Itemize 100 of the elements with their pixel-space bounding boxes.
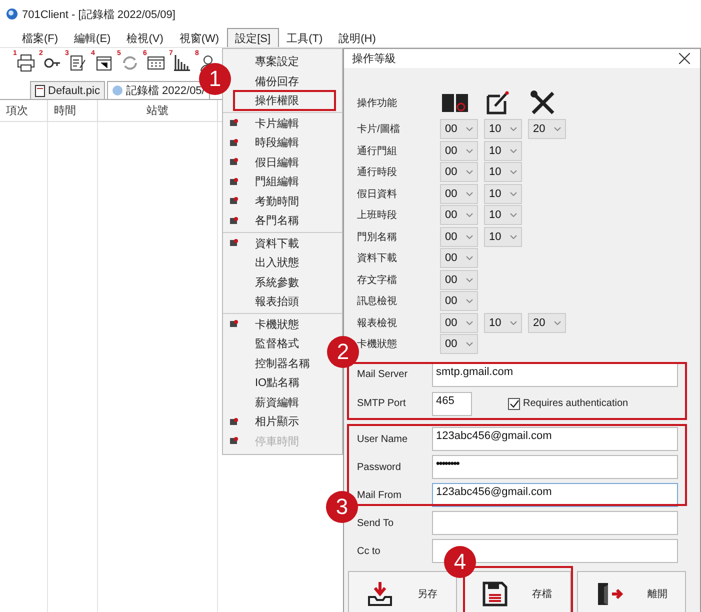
menu-entry[interactable]: 卡片編輯 (255, 116, 299, 131)
menu-entry[interactable]: 卡機狀態 (255, 316, 299, 332)
level-dropdown[interactable]: 20 (528, 312, 566, 333)
menu-item[interactable]: 檢視(V) (118, 28, 172, 47)
menu-entry[interactable]: 備份回存 (255, 74, 299, 89)
close-icon[interactable] (679, 52, 690, 64)
menu-entry[interactable]: IO點名稱 (255, 375, 300, 390)
field-label: 資料下載 (357, 252, 398, 266)
document-tab[interactable]: Default.pic (30, 81, 105, 99)
level-dropdown[interactable]: 00 (440, 291, 478, 312)
window-title: 701Client - [記錄檔 2022/05/09] (22, 8, 176, 22)
field-label: 通行時段 (357, 166, 398, 180)
exit-door-icon (596, 581, 624, 607)
document-tab[interactable]: 記錄檔 2022/05/ (106, 81, 210, 99)
level-dropdown[interactable]: 10 (484, 162, 522, 182)
caret-icon (554, 320, 561, 325)
menu-entry[interactable]: 薪資編輯 (255, 394, 299, 410)
menu-entry[interactable]: 系統參數 (255, 274, 299, 290)
level-dropdown[interactable]: 00 (440, 162, 478, 182)
input-field[interactable]: 123abc456@gmail.com (432, 427, 678, 451)
level-dropdown[interactable]: 00 (440, 119, 478, 140)
level-dropdown[interactable]: 10 (484, 184, 522, 204)
menu-item-icon (229, 238, 239, 248)
menu-entry[interactable]: 假日編輯 (255, 154, 299, 170)
level-dropdown[interactable]: 00 (440, 312, 478, 333)
level-dropdown[interactable]: 00 (440, 248, 478, 268)
level-dropdown[interactable]: 00 (440, 334, 478, 354)
menu-item[interactable]: 說明(H) (330, 28, 384, 47)
dialog-title: 操作等級 (352, 52, 396, 66)
dialog-button[interactable]: 另存 (348, 571, 457, 612)
caret-icon (466, 278, 473, 282)
column-header: 時間 (48, 100, 98, 121)
tools-icon (530, 90, 556, 116)
caret-icon (466, 148, 473, 153)
menu-item-icon (229, 176, 239, 187)
field-label: 卡機狀態 (357, 338, 398, 352)
menu-item[interactable]: 視窗(W) (171, 28, 228, 47)
input-field[interactable] (432, 511, 678, 535)
level-dropdown[interactable]: 00 (440, 226, 478, 247)
level-dropdown[interactable]: 10 (484, 205, 522, 226)
level-dropdown[interactable]: 10 (484, 140, 522, 161)
field-label: Password (357, 462, 402, 472)
menu-item-icon (229, 319, 239, 330)
level-dropdown[interactable]: 10 (484, 226, 522, 247)
menu-entry[interactable]: 時段編輯 (255, 135, 299, 150)
caret-icon (466, 127, 473, 132)
menu-entry[interactable]: 相片顯示 (255, 414, 299, 430)
dialog-button[interactable]: 存檔 (462, 571, 572, 612)
caret-icon (510, 320, 517, 325)
menu-entry[interactable]: 專案設定 (255, 54, 299, 70)
field-label: 訊息檢視 (357, 294, 398, 308)
field-label: 操作功能 (357, 96, 398, 110)
caret-icon (466, 234, 473, 239)
caret-icon (510, 148, 517, 153)
menu-entry[interactable]: 各門名稱 (255, 213, 299, 228)
column-header: 項次 (0, 100, 48, 121)
level-dropdown[interactable]: 00 (440, 205, 478, 226)
menu-entry[interactable]: 門組編輯 (255, 174, 299, 190)
caret-icon (466, 170, 473, 174)
menu-entry[interactable]: 監督格式 (255, 336, 299, 352)
caret-icon (466, 213, 473, 218)
field-label: 上班時段 (357, 208, 398, 222)
menu-item-icon (229, 138, 239, 148)
field-label: SMTP Port (357, 398, 407, 409)
port-field[interactable]: 465 (432, 392, 472, 416)
field-label: 通行門組 (357, 144, 398, 158)
dialog-button[interactable]: 離開 (577, 571, 686, 612)
menu-item[interactable]: 工具(T) (278, 28, 331, 47)
menu-entry[interactable]: 出入狀態 (255, 255, 299, 270)
password-field[interactable]: •••••••• (432, 455, 678, 479)
level-dropdown[interactable]: 10 (484, 312, 522, 333)
field-label: 報表檢視 (357, 316, 398, 330)
menu-item-icon (229, 157, 239, 168)
card-reader-icon (442, 92, 468, 114)
level-dropdown[interactable]: 20 (528, 119, 566, 140)
level-dropdown[interactable]: 00 (440, 184, 478, 204)
level-dropdown[interactable]: 00 (440, 140, 478, 161)
input-field[interactable]: 123abc456@gmail.com (432, 483, 678, 507)
menu-item[interactable]: 檔案(F) (14, 28, 66, 47)
caret-icon (466, 342, 473, 346)
menu-item-icon (229, 118, 239, 128)
menu-entry[interactable]: 報表抬頭 (255, 294, 299, 310)
mail-server-field[interactable]: smtp.gmail.com (432, 362, 678, 386)
level-dropdown[interactable]: 10 (484, 119, 522, 140)
field-label: User Name (357, 434, 409, 444)
menu-entry[interactable]: 操作權限 (233, 90, 336, 112)
level-dropdown[interactable]: 00 (440, 270, 478, 290)
field-label: Send To (357, 518, 395, 528)
grid-icon (147, 54, 165, 72)
menu-item-icon (229, 436, 239, 446)
auth-checkbox[interactable]: Requires authentication (508, 398, 628, 410)
menu-entry[interactable]: 控制器名稱 (255, 356, 310, 371)
menu-entry[interactable]: 資料下載 (255, 236, 299, 251)
field-label: 門別名稱 (357, 230, 398, 244)
caret-icon (510, 213, 517, 218)
menu-item[interactable]: 編輯(E) (66, 28, 119, 47)
bar-chart-icon (174, 55, 190, 71)
app-logo-icon (6, 8, 18, 20)
menu-entry[interactable]: 考勤時間 (255, 194, 299, 209)
menu-item[interactable]: 設定[S] (227, 28, 279, 47)
